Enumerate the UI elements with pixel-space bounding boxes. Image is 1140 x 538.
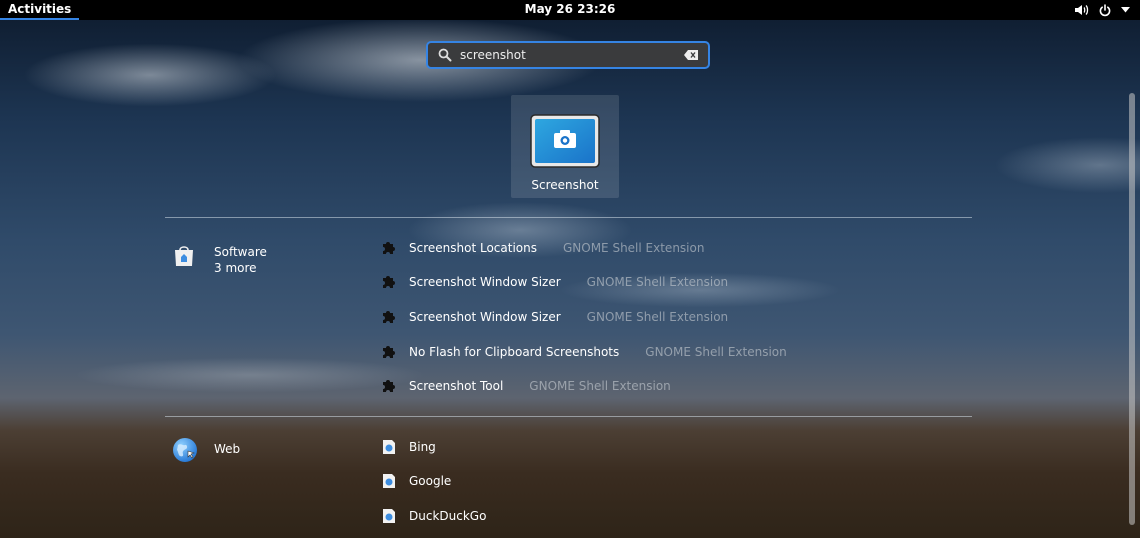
list-item[interactable]: Screenshot Window Sizer GNOME Shell Exte…	[381, 307, 728, 327]
result-title: Google	[409, 474, 452, 488]
puzzle-piece-icon	[381, 378, 397, 394]
provider-software[interactable]: Software 3 more	[172, 244, 267, 276]
result-title: Screenshot Locations	[409, 241, 537, 255]
web-globe-icon	[172, 437, 197, 462]
menu-arrow-icon	[1121, 7, 1130, 13]
web-page-icon	[381, 439, 397, 455]
clear-text-icon[interactable]	[684, 50, 698, 60]
result-description: GNOME Shell Extension	[562, 241, 705, 255]
app-result-screenshot[interactable]: Screenshot	[511, 95, 619, 198]
provider-more[interactable]: 3 more	[214, 260, 267, 276]
puzzle-piece-icon	[381, 274, 397, 290]
result-description: GNOME Shell Extension	[529, 379, 671, 393]
volume-icon	[1075, 4, 1089, 16]
separator	[165, 416, 972, 417]
list-item[interactable]: DuckDuckGo	[381, 506, 486, 526]
result-title: DuckDuckGo	[409, 509, 487, 523]
list-item[interactable]: Screenshot Locations GNOME Shell Extensi…	[381, 238, 704, 258]
result-title: Bing	[409, 440, 436, 454]
result-title: Screenshot Window Sizer	[409, 275, 561, 289]
result-description: GNOME Shell Extension	[645, 345, 787, 359]
provider-name: Software	[214, 245, 267, 259]
result-title: Screenshot Tool	[409, 379, 504, 393]
power-icon	[1099, 3, 1111, 17]
result-description: GNOME Shell Extension	[586, 310, 729, 324]
puzzle-piece-icon	[381, 240, 397, 256]
list-item[interactable]: No Flash for Clipboard Screenshots GNOME…	[381, 342, 787, 362]
list-item[interactable]: Screenshot Tool GNOME Shell Extension	[381, 376, 671, 396]
search-icon	[438, 48, 452, 62]
result-description: GNOME Shell Extension	[586, 275, 729, 289]
search-input[interactable]	[460, 48, 675, 62]
screenshot-camera-icon	[530, 114, 600, 172]
provider-name: Web	[214, 442, 241, 456]
list-item[interactable]: Bing	[381, 437, 436, 457]
list-item[interactable]: Screenshot Window Sizer GNOME Shell Exte…	[381, 272, 728, 292]
search-entry[interactable]	[426, 41, 710, 69]
top-bar: Activities May 26 23:26	[0, 0, 1140, 20]
scrollbar[interactable]	[1129, 93, 1135, 525]
clock[interactable]: May 26 23:26	[0, 0, 1140, 19]
web-page-icon	[381, 508, 397, 524]
software-bag-icon	[172, 244, 196, 268]
provider-web[interactable]: Web	[172, 437, 241, 462]
separator	[165, 217, 972, 218]
list-item[interactable]: Google	[381, 471, 451, 491]
puzzle-piece-icon	[381, 344, 397, 360]
app-result-label: Screenshot	[531, 178, 599, 192]
system-status-area[interactable]	[1075, 0, 1130, 20]
result-title: Screenshot Window Sizer	[409, 310, 561, 324]
result-title: No Flash for Clipboard Screenshots	[409, 345, 620, 359]
puzzle-piece-icon	[381, 309, 397, 325]
web-page-icon	[381, 473, 397, 489]
